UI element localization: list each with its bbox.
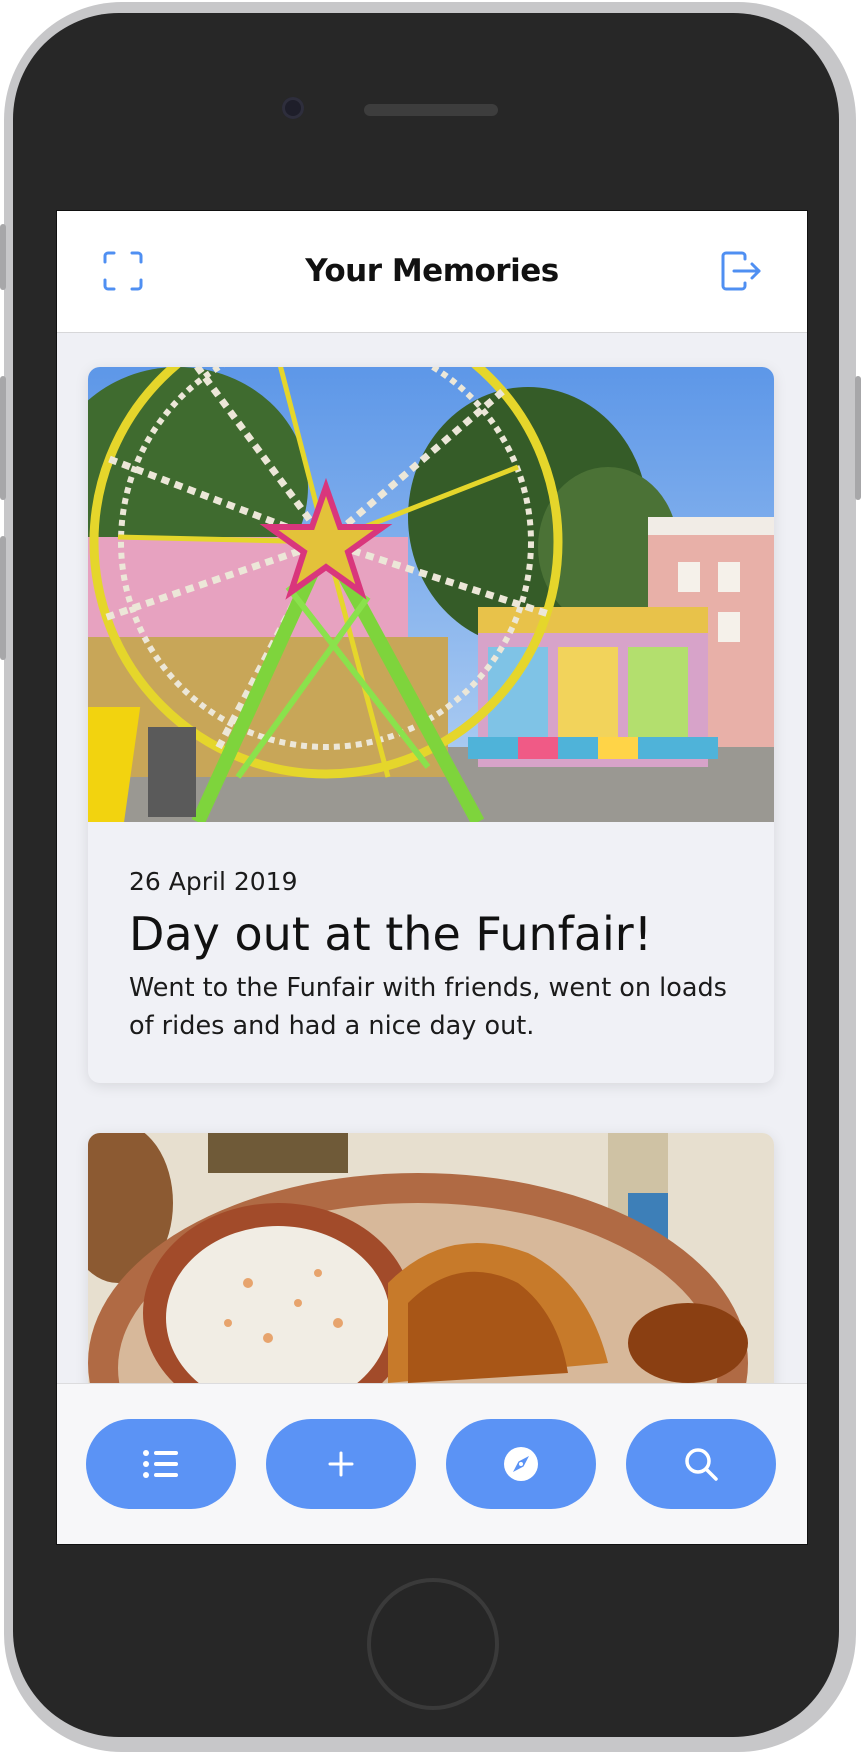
volume-down-button: [0, 536, 6, 660]
compass-icon: [504, 1447, 538, 1481]
memory-date: 26 April 2019: [129, 867, 298, 896]
logout-icon[interactable]: [715, 245, 767, 297]
memories-feed[interactable]: 26 April 2019 Day out at the Funfair! We…: [57, 333, 807, 1383]
memory-title: Day out at the Funfair!: [129, 907, 653, 961]
bottom-tab-bar: [57, 1383, 807, 1544]
front-camera: [282, 97, 304, 119]
memory-card[interactable]: [88, 1133, 774, 1383]
app-header: Your Memories: [57, 211, 807, 333]
app-screen: Your Memories 26 April 2019 Day out at t…: [56, 210, 808, 1545]
home-button[interactable]: [367, 1578, 499, 1710]
power-button: [855, 376, 861, 500]
memory-description: Went to the Funfair with friends, went o…: [129, 973, 727, 1041]
ferris-wheel-funfair-photo: [88, 367, 774, 822]
memory-card[interactable]: 26 April 2019 Day out at the Funfair! We…: [88, 367, 774, 1083]
tab-add-memory[interactable]: [266, 1419, 416, 1509]
page-title: Your Memories: [305, 253, 559, 289]
tab-search[interactable]: [626, 1419, 776, 1509]
tab-explore[interactable]: [446, 1419, 596, 1509]
chicken-and-coleslaw-plate-photo: [88, 1133, 774, 1383]
search-icon: [685, 1448, 718, 1481]
scan-frame-icon[interactable]: [97, 245, 149, 297]
mute-switch: [0, 224, 6, 290]
tab-list[interactable]: [86, 1419, 236, 1509]
earpiece-speaker: [364, 104, 498, 116]
volume-up-button: [0, 376, 6, 500]
plus-icon: [328, 1451, 354, 1477]
list-icon: [143, 1450, 178, 1478]
